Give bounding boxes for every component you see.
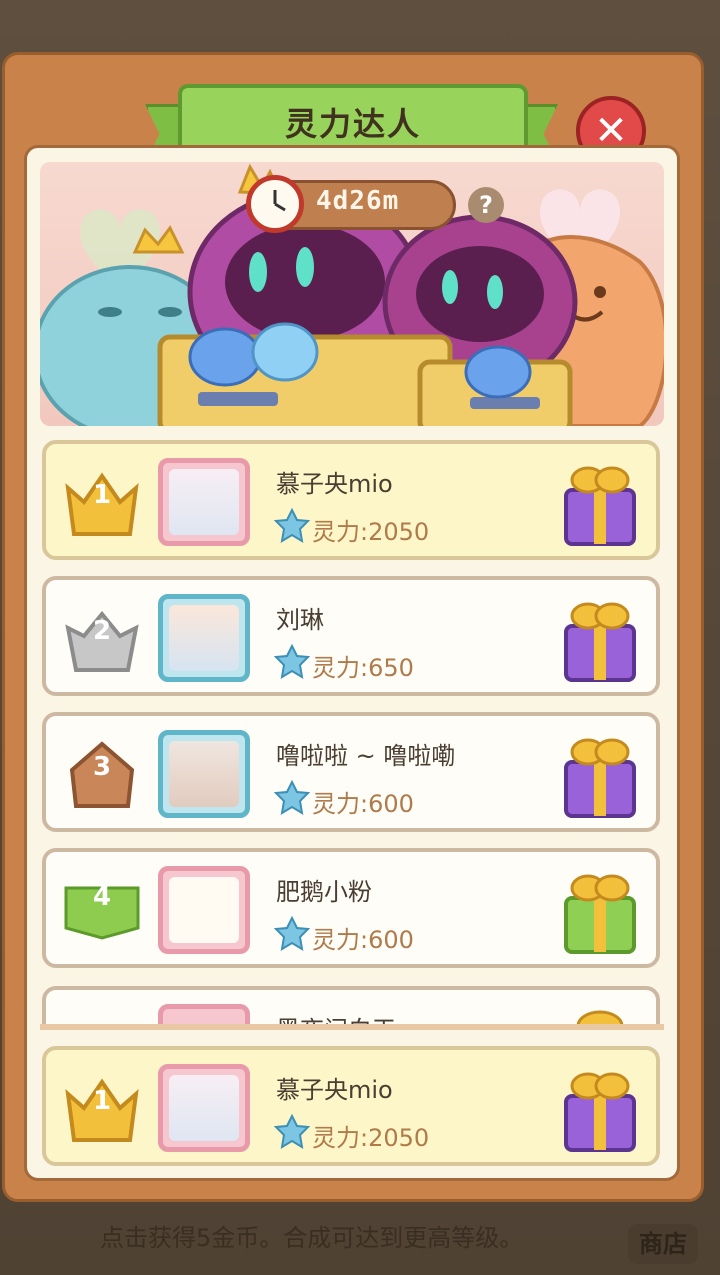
rank-number: 4: [92, 882, 112, 912]
clock-icon: [246, 175, 304, 233]
player-score: 灵力:600: [312, 926, 414, 954]
my-rank-row[interactable]: 1 慕子央mio 灵力:2050: [42, 1046, 660, 1166]
gift-box-icon[interactable]: [558, 1002, 642, 1024]
help-button[interactable]: ?: [468, 187, 504, 223]
player-score: 灵力:2050: [312, 1124, 430, 1152]
green-flag-icon: [62, 1014, 142, 1024]
rank-number: 2: [92, 616, 112, 646]
avatar[interactable]: [158, 866, 250, 954]
background-shop-button: 商店: [628, 1224, 698, 1264]
player-score: 灵力:600: [312, 790, 414, 818]
gift-box-icon[interactable]: [558, 1062, 642, 1156]
player-score: 灵力:2050: [312, 518, 430, 546]
ranking-row-5[interactable]: 黑夜问白天: [42, 986, 660, 1024]
player-name: 慕子央mio: [276, 1076, 393, 1104]
rank-number: 3: [92, 752, 112, 782]
event-timer-text: 4d26m: [316, 186, 400, 216]
gift-box-icon[interactable]: [558, 728, 642, 822]
background-hint-text: 点击获得5金币。合成可达到更高等级。: [100, 1224, 524, 1252]
player-score: 灵力:650: [312, 654, 414, 682]
ranking-row-1[interactable]: 1 慕子央mio 灵力:2050: [42, 440, 660, 560]
player-name: 刘琳: [276, 606, 324, 634]
spirit-star-icon: [274, 780, 310, 815]
ranking-row-2[interactable]: 2 刘琳 灵力:650: [42, 576, 660, 696]
rank-number: 1: [92, 480, 112, 510]
gift-box-icon[interactable]: [558, 592, 642, 686]
avatar[interactable]: [158, 594, 250, 682]
avatar[interactable]: [158, 1064, 250, 1152]
spirit-star-icon: [274, 508, 310, 543]
gift-box-icon[interactable]: [558, 456, 642, 550]
avatar[interactable]: [158, 458, 250, 546]
ranking-row-5-clip: 黑夜问白天: [42, 986, 660, 1024]
ranking-row-3[interactable]: 3 噜啦啦 ~ 噜啦嘞 灵力:600: [42, 712, 660, 832]
page-title: 灵力达人: [284, 105, 421, 143]
spirit-star-icon: [274, 1114, 310, 1149]
spirit-star-icon: [274, 916, 310, 951]
ranking-row-4[interactable]: 4 肥鹅小粉 灵力:600: [42, 848, 660, 968]
player-name: 黑夜问白天: [276, 1010, 396, 1024]
rank-number: 1: [92, 1086, 112, 1116]
player-name: 噜啦啦 ~ 噜啦嘞: [276, 742, 456, 770]
player-name: 肥鹅小粉: [276, 878, 372, 906]
avatar[interactable]: [158, 1004, 250, 1024]
player-name: 慕子央mio: [276, 470, 393, 498]
spirit-star-icon: [274, 644, 310, 679]
gift-box-icon[interactable]: [558, 864, 642, 958]
list-divider: [40, 1024, 664, 1030]
avatar[interactable]: [158, 730, 250, 818]
